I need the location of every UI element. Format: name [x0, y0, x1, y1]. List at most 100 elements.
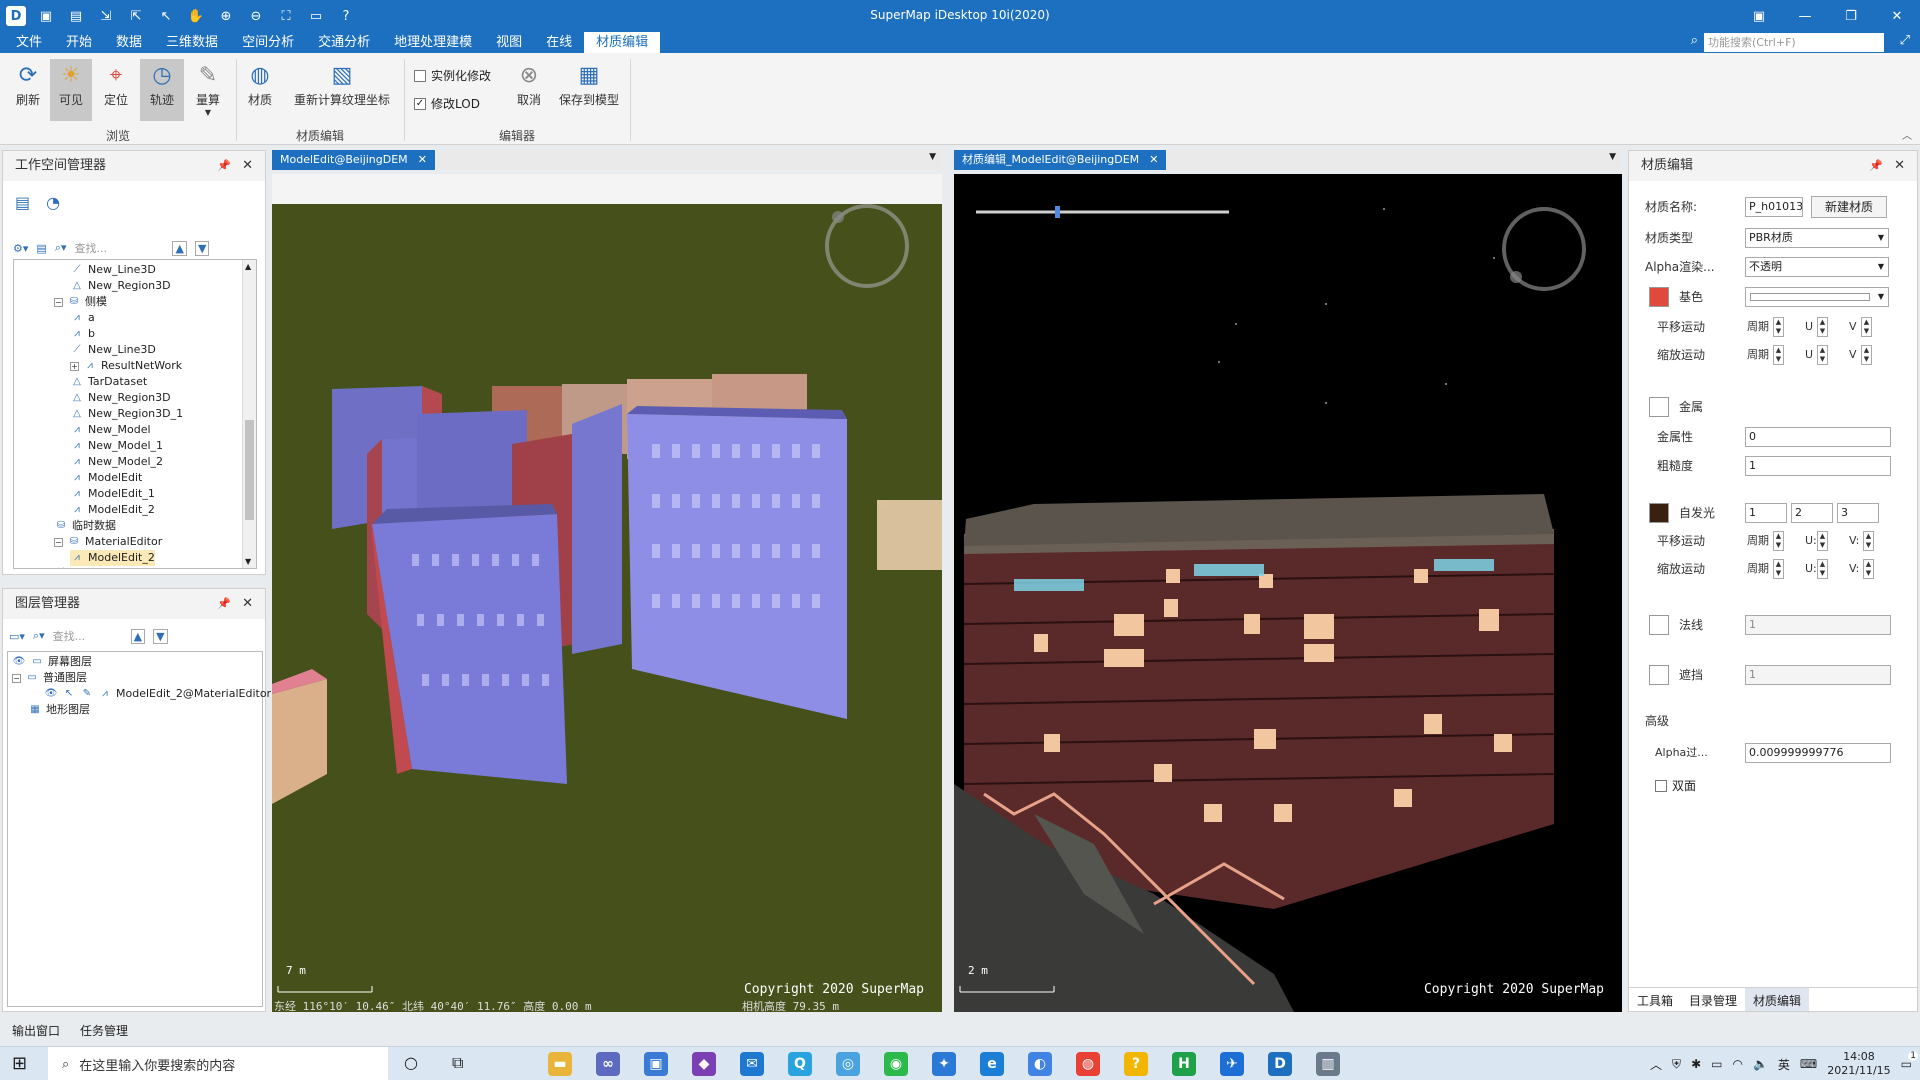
new-material-button[interactable]: 新建材质: [1811, 196, 1887, 218]
period-spinner[interactable]: ▲ ▼: [1773, 345, 1784, 365]
tree-node[interactable]: ⩘ New_Model: [70, 422, 150, 438]
input-method-indicator[interactable]: 英: [1778, 1056, 1790, 1073]
tree-node[interactable]: ⩘ ModelEdit_2: [70, 550, 155, 566]
file-explorer-icon[interactable]: ▬: [548, 1052, 572, 1076]
tab-toolbox[interactable]: 工具箱: [1629, 988, 1681, 1011]
occlusion-input[interactable]: 1: [1745, 665, 1891, 685]
wifi-icon[interactable]: ◠: [1732, 1057, 1742, 1071]
tree-node[interactable]: ▦ 地图: [38, 566, 78, 568]
collapse-ribbon-icon[interactable]: ︿: [1902, 127, 1912, 142]
cortana-icon[interactable]: ○: [404, 1053, 418, 1072]
tab-output-window[interactable]: 输出窗口: [12, 1022, 60, 1039]
period-spinner[interactable]: ▲ ▼: [1773, 531, 1784, 551]
v-spinner[interactable]: ▲ ▼: [1863, 531, 1874, 551]
tree-scrollbar[interactable]: ▲ ▼: [242, 260, 256, 568]
material-button[interactable]: ◍ 材质: [242, 59, 278, 121]
close-tab-icon[interactable]: ✕: [418, 153, 427, 166]
tray-expand-icon[interactable]: ︿: [1650, 1056, 1662, 1073]
emissive-g-input[interactable]: 2: [1791, 503, 1833, 523]
menu-item-5[interactable]: 交通分析: [306, 32, 382, 53]
pin-icon[interactable]: 📌: [217, 589, 231, 619]
refresh-button[interactable]: ⟳ 刷新: [8, 59, 48, 121]
tree-node[interactable]: △ New_Region3D: [70, 278, 170, 294]
open-file-icon[interactable]: ▤: [36, 242, 46, 255]
move-down-icon[interactable]: ▼: [194, 240, 210, 256]
menu-item-9[interactable]: 材质编辑: [584, 32, 661, 53]
search-icon[interactable]: ⌕: [1691, 33, 1698, 48]
material-name-input[interactable]: P_h01013(: [1745, 197, 1803, 217]
scene-view-right[interactable]: 2 m Copyright 2020 SuperMap: [954, 174, 1622, 1012]
tree-node-screen-layer[interactable]: 👁 ▭ 屏幕图层: [12, 654, 92, 670]
instance-edit-checkbox[interactable]: 实例化修改: [414, 67, 491, 84]
keyboard-icon[interactable]: ⌨: [1800, 1057, 1817, 1071]
scene-view-left[interactable]: 7 m Copyright 2020 SuperMap 东经 116°10′ 1…: [272, 174, 942, 1012]
tree-node[interactable]: ⩘ ModelEdit: [70, 470, 142, 486]
tab-list-dropdown-icon[interactable]: ▼: [1609, 152, 1616, 162]
normal-input[interactable]: 1: [1745, 615, 1891, 635]
bluetooth-icon[interactable]: ✱: [1691, 1057, 1701, 1071]
collapse-toggle-icon[interactable]: −: [54, 537, 63, 547]
chrome-icon[interactable]: ◍: [1076, 1052, 1100, 1076]
tree-node[interactable]: ⩘ New_Model_2: [70, 454, 163, 470]
close-tab-icon[interactable]: ✕: [1149, 153, 1158, 166]
u-spinner[interactable]: ▲ ▼: [1817, 531, 1828, 551]
menu-item-6[interactable]: 地理处理建模: [382, 32, 484, 53]
v-spinner[interactable]: ▲ ▼: [1861, 345, 1872, 365]
emissive-r-input[interactable]: 1: [1745, 503, 1787, 523]
double-side-checkbox[interactable]: 双面: [1655, 777, 1696, 794]
link-icon[interactable]: ∞: [596, 1052, 620, 1076]
scrollbar-thumb[interactable]: [245, 420, 254, 520]
tree-node-terrain-layer[interactable]: ▦ 地形图层: [28, 702, 90, 718]
tree-node[interactable]: ⟋ New_Line3D: [70, 262, 156, 278]
visible-button[interactable]: ☀ 可见: [50, 59, 92, 121]
search-icon[interactable]: ⌕▾: [33, 629, 45, 643]
function-search-input[interactable]: 功能搜索(Ctrl+F): [1704, 33, 1884, 52]
close-icon[interactable]: ✕: [242, 151, 253, 181]
alpha-clip-input[interactable]: 0.009999999776: [1745, 743, 1891, 763]
roughness-input[interactable]: 1: [1745, 456, 1891, 476]
star-app-icon[interactable]: ✦: [932, 1052, 956, 1076]
close-icon[interactable]: ✕: [1894, 151, 1905, 181]
v-spinner[interactable]: ▲ ▼: [1863, 559, 1874, 579]
wechat-icon[interactable]: ◉: [884, 1052, 908, 1076]
tab-catalog[interactable]: 目录管理: [1681, 988, 1745, 1011]
store-icon[interactable]: ▣: [644, 1052, 668, 1076]
tree-node[interactable]: ⩘ a: [70, 310, 95, 326]
occlusion-texture-swatch[interactable]: [1649, 665, 1669, 685]
measure-button[interactable]: ✎ 量算 ▼: [188, 59, 228, 121]
menu-item-3[interactable]: 三维数据: [154, 32, 230, 53]
network-icon[interactable]: ▭: [1711, 1057, 1722, 1071]
tab-task-manager[interactable]: 任务管理: [80, 1022, 128, 1039]
editable-pencil-icon[interactable]: ✎: [80, 688, 94, 700]
restore-ribbon-icon[interactable]: ▣: [1736, 0, 1782, 32]
tree-node[interactable]: + ⩘ ResultNetWork: [70, 358, 182, 374]
tab-material-edit[interactable]: 材质编辑: [1745, 988, 1810, 1011]
locate-button[interactable]: ⌖ 定位: [96, 59, 136, 121]
modify-lod-checkbox[interactable]: ✓ 修改LOD: [414, 95, 480, 112]
tree-node[interactable]: − ⛁ 侧模: [54, 294, 107, 310]
tab-list-dropdown-icon[interactable]: ▼: [929, 152, 936, 162]
save-model-button[interactable]: ▦ 保存到模型: [554, 59, 624, 121]
tree-node[interactable]: ⩘ ModelEdit_1: [70, 486, 155, 502]
menu-item-0[interactable]: 文件: [4, 32, 54, 53]
menu-item-2[interactable]: 数据: [104, 32, 154, 53]
clock[interactable]: 14:08 2021/11/15: [1827, 1050, 1890, 1078]
tab-modeledit-scene[interactable]: ModelEdit@BeijingDEM ✕: [272, 150, 435, 170]
remote-app-icon[interactable]: ▥: [1316, 1052, 1340, 1076]
tree-node[interactable]: △ New_Region3D: [70, 390, 170, 406]
menu-item-4[interactable]: 空间分析: [230, 32, 306, 53]
workspace-tree-tab-icon[interactable]: ▤: [15, 193, 30, 212]
close-icon[interactable]: ✕: [242, 589, 253, 619]
mail-icon[interactable]: ✉: [740, 1052, 764, 1076]
supermap-icon[interactable]: D: [1268, 1052, 1292, 1076]
tree-node[interactable]: ⩘ New_Model_1: [70, 438, 163, 454]
pin-icon[interactable]: 📌: [217, 151, 231, 181]
firefox-icon[interactable]: ◐: [1028, 1052, 1052, 1076]
period-spinner[interactable]: ▲ ▼: [1773, 317, 1784, 337]
tree-node[interactable]: − ⛁ MaterialEditor: [54, 534, 162, 550]
taskbar-search-box[interactable]: ⌕ 在这里输入你要搜索的内容: [48, 1047, 388, 1080]
expand-icon[interactable]: ⤢: [1900, 33, 1910, 48]
move-up-icon[interactable]: ▲: [130, 628, 146, 644]
visual-studio-icon[interactable]: ◆: [692, 1052, 716, 1076]
network-app-icon[interactable]: ◎: [836, 1052, 860, 1076]
